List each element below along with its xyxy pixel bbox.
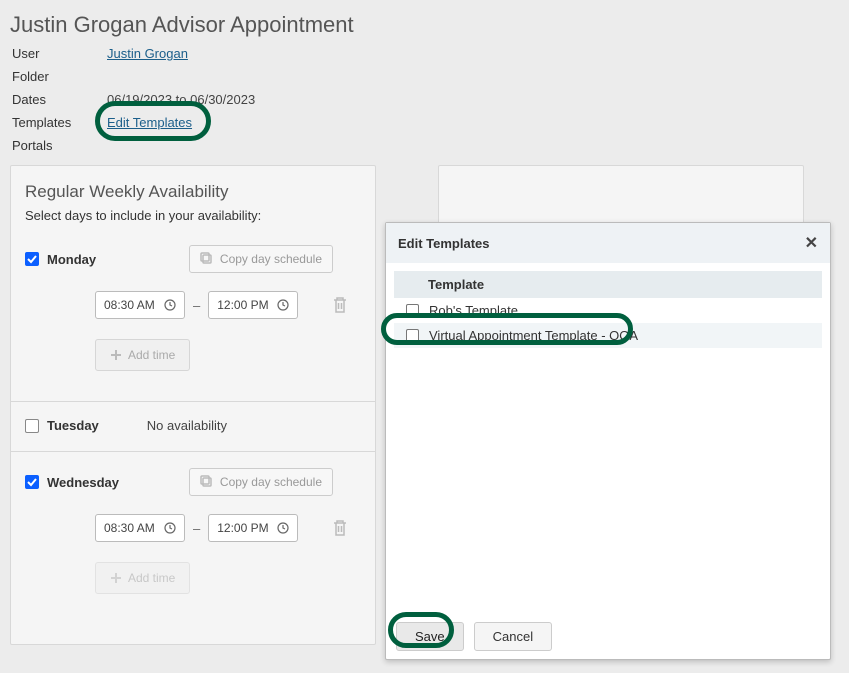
- time-dash: –: [193, 521, 200, 536]
- template-row[interactable]: Rob's Template: [394, 298, 822, 323]
- time-row-monday: 08:30 AM – 12:00 PM: [25, 291, 361, 319]
- copy-icon: [200, 252, 214, 266]
- template-checkbox[interactable]: [406, 329, 419, 342]
- start-time-value: 08:30 AM: [104, 298, 155, 312]
- add-time-label: Add time: [128, 348, 175, 362]
- meta-portals-label: Portals: [12, 138, 107, 153]
- day-row-tuesday: Tuesday No availability: [25, 418, 361, 433]
- time-dash: –: [193, 298, 200, 313]
- start-time-wednesday[interactable]: 08:30 AM: [95, 514, 185, 542]
- divider: [11, 401, 375, 402]
- template-label: Virtual Appointment Template - OOA: [429, 328, 638, 343]
- availability-panel: Regular Weekly Availability Select days …: [10, 165, 376, 645]
- checkbox-tuesday[interactable]: [25, 419, 39, 433]
- meta-folder-value: [107, 69, 839, 84]
- template-checkbox[interactable]: [406, 304, 419, 317]
- day-name-monday: Monday: [47, 252, 96, 267]
- add-time-label: Add time: [128, 571, 175, 585]
- modal-footer: Save Cancel: [386, 614, 830, 659]
- plus-icon: [110, 572, 122, 584]
- copy-schedule-button-wednesday[interactable]: Copy day schedule: [189, 468, 333, 496]
- delete-time-icon[interactable]: [332, 519, 348, 537]
- clock-icon: [277, 522, 289, 534]
- page-title: Justin Grogan Advisor Appointment: [0, 0, 849, 46]
- clock-icon: [277, 299, 289, 311]
- template-column-header: Template: [394, 271, 822, 298]
- edit-templates-modal: Edit Templates ✕ Template Rob's Template…: [385, 222, 831, 660]
- day-name-tuesday: Tuesday: [47, 418, 99, 433]
- template-row[interactable]: Virtual Appointment Template - OOA: [394, 323, 822, 348]
- add-time-button-monday[interactable]: Add time: [95, 339, 190, 371]
- day-name-wednesday: Wednesday: [47, 475, 119, 490]
- edit-templates-link[interactable]: Edit Templates: [107, 115, 192, 130]
- add-time-button-wednesday[interactable]: Add time: [95, 562, 190, 594]
- end-time-value: 12:00 PM: [217, 521, 268, 535]
- checkbox-monday[interactable]: [25, 252, 39, 266]
- end-time-monday[interactable]: 12:00 PM: [208, 291, 298, 319]
- copy-schedule-label: Copy day schedule: [220, 252, 322, 266]
- clock-icon: [164, 299, 176, 311]
- checkbox-wednesday[interactable]: [25, 475, 39, 489]
- time-row-wednesday: 08:30 AM – 12:00 PM: [25, 514, 361, 542]
- modal-body: Template Rob's Template Virtual Appointm…: [386, 263, 830, 614]
- user-link[interactable]: Justin Grogan: [107, 46, 188, 61]
- end-time-value: 12:00 PM: [217, 298, 268, 312]
- meta-dates-value: 06/19/2023 to 06/30/2023: [107, 92, 839, 107]
- day-row-wednesday: Wednesday Copy day schedule: [25, 468, 361, 496]
- save-button[interactable]: Save: [396, 622, 464, 651]
- template-label: Rob's Template: [429, 303, 518, 318]
- modal-title: Edit Templates: [398, 236, 490, 251]
- copy-schedule-button-monday[interactable]: Copy day schedule: [189, 245, 333, 273]
- clock-icon: [164, 522, 176, 534]
- availability-title: Regular Weekly Availability: [25, 182, 361, 202]
- delete-time-icon[interactable]: [332, 296, 348, 314]
- close-icon[interactable]: ✕: [805, 233, 818, 253]
- start-time-value: 08:30 AM: [104, 521, 155, 535]
- meta-grid: User Justin Grogan Folder Dates 06/19/20…: [0, 46, 849, 165]
- no-availability-label: No availability: [147, 418, 227, 433]
- meta-user-label: User: [12, 46, 107, 61]
- meta-dates-label: Dates: [12, 92, 107, 107]
- meta-folder-label: Folder: [12, 69, 107, 84]
- end-time-wednesday[interactable]: 12:00 PM: [208, 514, 298, 542]
- day-row-monday: Monday Copy day schedule: [25, 245, 361, 273]
- availability-subtitle: Select days to include in your availabil…: [25, 208, 361, 223]
- plus-icon: [110, 349, 122, 361]
- modal-header: Edit Templates ✕: [386, 223, 830, 263]
- copy-icon: [200, 475, 214, 489]
- meta-templates-label: Templates: [12, 115, 107, 130]
- start-time-monday[interactable]: 08:30 AM: [95, 291, 185, 319]
- cancel-button[interactable]: Cancel: [474, 622, 552, 651]
- divider: [11, 451, 375, 452]
- copy-schedule-label: Copy day schedule: [220, 475, 322, 489]
